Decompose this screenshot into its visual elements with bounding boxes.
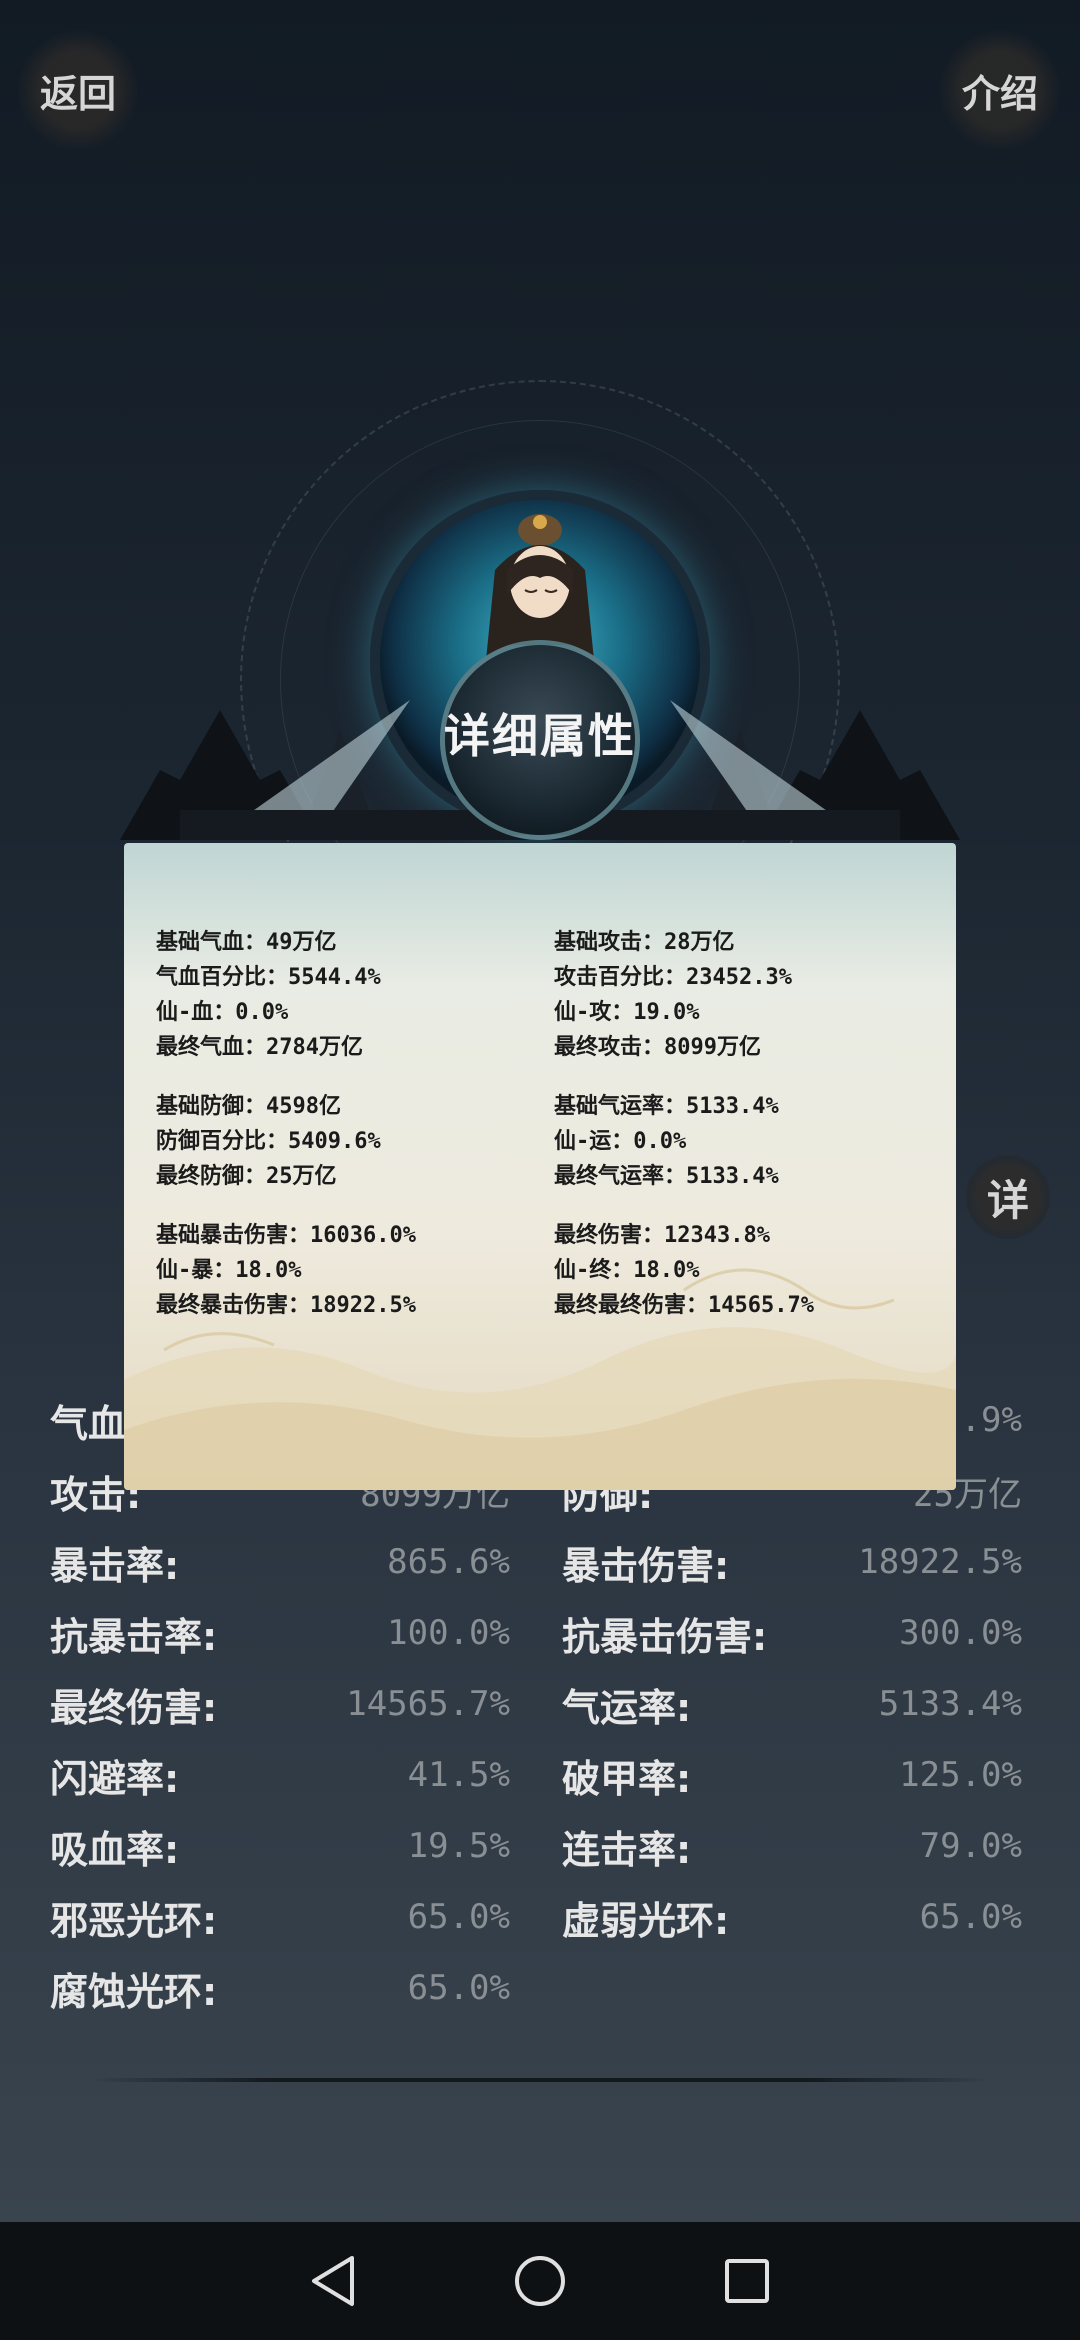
stat-item: 抗暴击率: 100.0% <box>50 1613 510 1659</box>
stat-item: 破甲率: 125.0% <box>562 1755 1022 1801</box>
attr-line: 基础暴击伤害：16036.0% <box>156 1223 416 1248</box>
stat-item: 最终伤害: 14565.7% <box>50 1684 510 1730</box>
attr-line: 基础气血：49万亿 <box>156 930 337 955</box>
stat-item <box>562 1958 1022 2018</box>
attr-line: 最终气运率：5133.4% <box>554 1164 779 1189</box>
attr-line: 基础防御：4598亿 <box>156 1094 341 1119</box>
attr-line: 仙-暴：18.0% <box>156 1258 302 1283</box>
panel-title: 详细属性 <box>444 709 636 763</box>
attr-line: 最终最终伤害：14565.7% <box>554 1293 814 1318</box>
attr-line: 最终暴击伤害：18922.5% <box>156 1293 416 1318</box>
attr-line: 仙-运：0.0% <box>554 1129 687 1154</box>
home-circle-icon[interactable] <box>510 2251 570 2311</box>
intro-button[interactable]: 介绍 <box>940 30 1060 150</box>
stat-row: 腐蚀光环: 65.0% <box>50 1958 1030 2029</box>
stat-item: 气运率: 5133.4% <box>562 1684 1022 1730</box>
stat-row: 暴击率: 865.6% 暴击伤害: 18922.5% <box>50 1532 1030 1603</box>
detail-attributes-panel[interactable]: 基础气血：49万亿 气血百分比：5544.4% 仙-血：0.0% 最终气血：27… <box>124 843 956 1490</box>
attr-line: 仙-血：0.0% <box>156 1000 289 1025</box>
attr-line: 仙-终：18.0% <box>554 1258 700 1283</box>
stat-row: 邪恶光环: 65.0% 虚弱光环: 65.0% <box>50 1887 1030 1958</box>
back-triangle-icon[interactable] <box>303 2251 363 2311</box>
attribute-group-crit-damage: 基础暴击伤害：16036.0% 仙-暴：18.0% 最终暴击伤害：18922.5… <box>156 1218 936 1323</box>
attr-line: 最终气血：2784万亿 <box>156 1035 363 1060</box>
stat-item: 闪避率: 41.5% <box>50 1755 510 1801</box>
divider <box>90 2078 990 2082</box>
attr-line: 攻击百分比：23452.3% <box>554 965 792 990</box>
details-button[interactable]: 详 <box>966 1155 1050 1239</box>
stat-row: 吸血率: 19.5% 连击率: 79.0% <box>50 1816 1030 1887</box>
stat-item: 吸血率: 19.5% <box>50 1826 510 1872</box>
attribute-grid: 基础气血：49万亿 气血百分比：5544.4% 仙-血：0.0% 最终气血：27… <box>156 925 936 1347</box>
recents-square-icon[interactable] <box>717 2251 777 2311</box>
stat-row: 最终伤害: 14565.7% 气运率: 5133.4% <box>50 1674 1030 1745</box>
attr-line: 基础气运率：5133.4% <box>554 1094 779 1119</box>
stat-row: 抗暴击率: 100.0% 抗暴击伤害: 300.0% <box>50 1603 1030 1674</box>
attr-line: 最终防御：25万亿 <box>156 1164 337 1189</box>
stat-item: 邪恶光环: 65.0% <box>50 1897 510 1943</box>
attribute-group-defense-luck: 基础防御：4598亿 防御百分比：5409.6% 最终防御：25万亿 基础气运率… <box>156 1089 936 1194</box>
attr-line: 防御百分比：5409.6% <box>156 1129 381 1154</box>
attr-line: 最终攻击：8099万亿 <box>554 1035 761 1060</box>
stat-item: 连击率: 79.0% <box>562 1826 1022 1872</box>
attr-line: 最终伤害：12343.8% <box>554 1223 770 1248</box>
system-nav-bar <box>0 2222 1080 2340</box>
attr-line: 仙-攻：19.0% <box>554 1000 700 1025</box>
stat-item: 抗暴击伤害: 300.0% <box>562 1613 1022 1659</box>
stat-item: 虚弱光环: 65.0% <box>562 1897 1022 1943</box>
back-button[interactable]: 返回 <box>18 30 138 150</box>
attr-line: 基础攻击：28万亿 <box>554 930 735 955</box>
stat-row: 闪避率: 41.5% 破甲率: 125.0% <box>50 1745 1030 1816</box>
stat-item: 腐蚀光环: 65.0% <box>50 1968 510 2014</box>
attribute-group-health-attack: 基础气血：49万亿 气血百分比：5544.4% 仙-血：0.0% 最终气血：27… <box>156 925 936 1065</box>
attr-line: 气血百分比：5544.4% <box>156 965 381 990</box>
stat-item: 暴击伤害: 18922.5% <box>562 1542 1022 1588</box>
stat-item: 暴击率: 865.6% <box>50 1542 510 1588</box>
